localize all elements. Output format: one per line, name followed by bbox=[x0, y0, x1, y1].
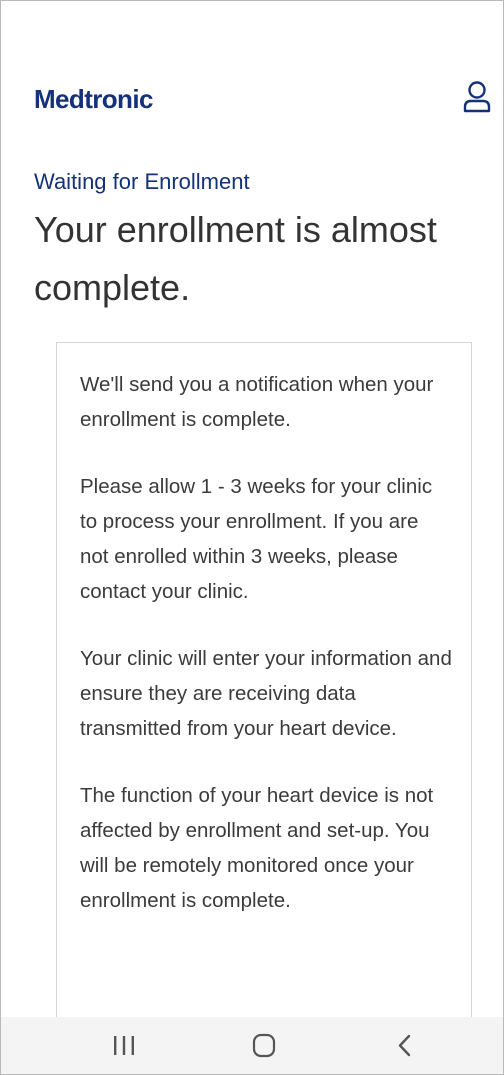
info-paragraph: We'll send you a notification when your … bbox=[80, 373, 434, 431]
info-paragraph: Please allow 1 - 3 weeks for your clinic… bbox=[80, 475, 433, 603]
info-paragraph: Your clinic will enter your information … bbox=[80, 647, 452, 740]
info-paragraph: The function of your heart device is not… bbox=[80, 784, 434, 912]
system-nav-bar bbox=[1, 1017, 503, 1074]
info-card: We'll send you a notification when your … bbox=[56, 342, 472, 1064]
app-screen: Medtronic Waiting for Enrollment Your en… bbox=[0, 0, 504, 1075]
profile-icon[interactable] bbox=[462, 80, 492, 114]
info-card-body: We'll send you a notification when your … bbox=[80, 367, 452, 950]
recent-apps-icon[interactable] bbox=[94, 1017, 154, 1074]
brand-logo: Medtronic bbox=[34, 84, 153, 114]
home-icon[interactable] bbox=[234, 1017, 294, 1074]
app-header: Medtronic bbox=[1, 79, 503, 119]
page-title: Your enrollment is almost complete. bbox=[34, 209, 437, 308]
status-eyebrow: Waiting for Enrollment bbox=[34, 169, 250, 194]
back-icon[interactable] bbox=[375, 1017, 435, 1074]
